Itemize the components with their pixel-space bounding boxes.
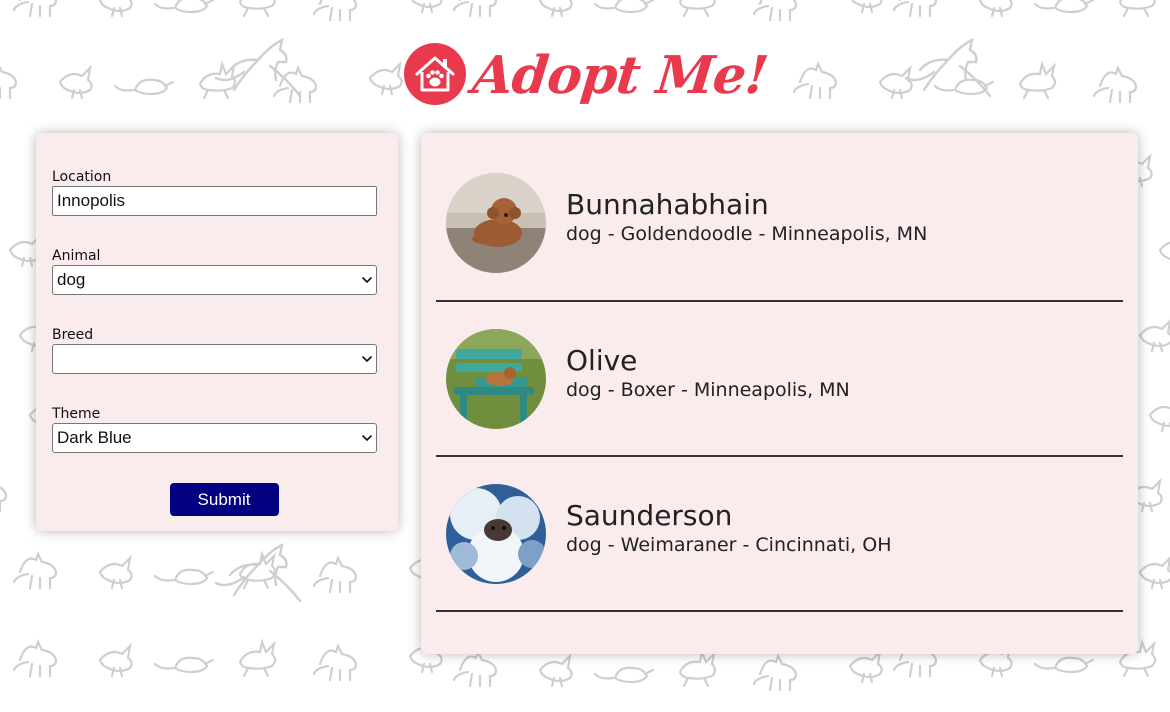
animal-selected-value: dog <box>57 270 86 289</box>
submit-button[interactable]: Submit <box>169 483 279 516</box>
search-form: Location Innopolis Animal dog Breed Them… <box>36 133 398 531</box>
home-link[interactable]: Adopt Me! <box>403 42 771 106</box>
house-paw-icon <box>403 43 466 105</box>
search-results: Bunnahabhain dog - Goldendoodle - Minnea… <box>421 133 1138 654</box>
chevron-down-icon <box>362 356 372 362</box>
theme-selected-value: Dark Blue <box>57 428 132 447</box>
pet-card[interactable]: Olive dog - Boxer - Minneapolis, MN <box>436 302 1123 457</box>
theme-label: Theme <box>52 406 101 422</box>
location-value: Innopolis <box>57 191 126 210</box>
breed-label: Breed <box>52 327 94 343</box>
location-input[interactable]: Innopolis <box>52 186 377 216</box>
dog-photo-weimaraner <box>446 483 546 584</box>
pet-details: dog - Weimaraner - Cincinnati, OH <box>566 533 892 556</box>
pet-details: dog - Boxer - Minneapolis, MN <box>566 378 850 401</box>
pet-name: Saunderson <box>566 498 733 532</box>
location-label: Location <box>52 169 112 185</box>
site-header: Adopt Me! <box>0 34 1170 114</box>
dog-photo-boxer <box>446 328 546 429</box>
pet-details: dog - Goldendoodle - Minneapolis, MN <box>566 223 928 245</box>
chevron-down-icon <box>362 277 372 283</box>
dog-photo-goldendoodle <box>446 173 546 273</box>
animal-select[interactable]: dog <box>52 265 377 295</box>
pet-card[interactable]: Bunnahabhain dog - Goldendoodle - Minnea… <box>436 146 1123 302</box>
breed-select[interactable] <box>52 344 377 374</box>
site-title: Adopt Me! <box>469 45 771 106</box>
pet-name: Olive <box>566 343 638 377</box>
theme-select[interactable]: Dark Blue <box>52 423 377 453</box>
pet-name: Bunnahabhain <box>566 188 769 221</box>
pet-card[interactable]: Saunderson dog - Weimaraner - Cincinnati… <box>436 457 1123 612</box>
chevron-down-icon <box>362 435 372 441</box>
animal-label: Animal <box>52 248 101 264</box>
